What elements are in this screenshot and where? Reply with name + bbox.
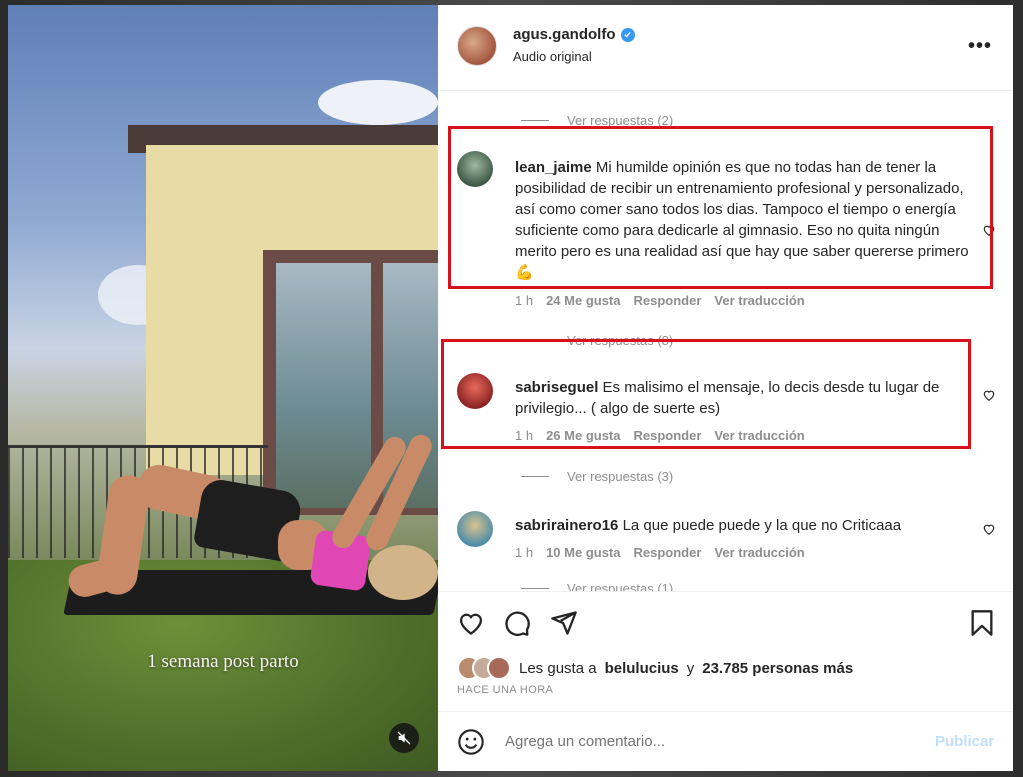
comment-time[interactable]: 1 h xyxy=(515,293,533,308)
comment-username[interactable]: sabrirainero16 xyxy=(515,517,618,534)
verified-badge-icon xyxy=(620,27,635,42)
send-icon[interactable] xyxy=(550,609,578,637)
hair xyxy=(368,545,438,600)
divider xyxy=(521,120,549,121)
comment-like-heart-icon[interactable] xyxy=(982,522,996,536)
highlight-box xyxy=(441,339,971,449)
audio-label[interactable]: Audio original xyxy=(513,49,592,64)
door-glass xyxy=(276,263,371,508)
comment-item: sabrirainero16 La que puede puede y la q… xyxy=(457,511,1007,571)
comment-time[interactable]: 1 h xyxy=(515,545,533,560)
view-replies-button[interactable]: Ver respuestas (1) xyxy=(521,581,673,591)
view-replies-button[interactable]: Ver respuestas (3) xyxy=(521,469,673,484)
liker-avatars[interactable] xyxy=(457,656,511,680)
bookmark-icon[interactable] xyxy=(968,609,996,637)
likes-prefix: Les gusta a xyxy=(519,659,597,677)
comment-body: La que puede puede y la que no Criticaaa xyxy=(622,517,902,534)
view-replies-label[interactable]: Ver respuestas (3) xyxy=(567,469,673,484)
divider xyxy=(521,588,549,589)
mute-button[interactable] xyxy=(389,723,419,753)
video-caption: 1 semana post parto xyxy=(147,651,299,672)
publish-button[interactable]: Publicar xyxy=(935,733,994,750)
cloud xyxy=(318,80,438,125)
comment-text: sabrirainero16 La que puede puede y la q… xyxy=(515,515,975,536)
add-comment-bar: Publicar xyxy=(438,711,1013,772)
reply-button[interactable]: Responder xyxy=(634,293,702,308)
translate-button[interactable]: Ver traducción xyxy=(714,293,804,308)
post-actions: Les gusta a belulucius y 23.785 personas… xyxy=(438,591,1013,712)
liker-username[interactable]: belulucius xyxy=(605,660,679,677)
highlight-box xyxy=(448,126,993,289)
author-avatar[interactable] xyxy=(457,26,497,66)
likes-others[interactable]: 23.785 personas más xyxy=(702,660,853,677)
commenter-avatar[interactable] xyxy=(457,511,493,547)
view-replies-label[interactable]: Ver respuestas (1) xyxy=(567,581,673,591)
reply-button[interactable]: Responder xyxy=(634,545,702,560)
comment-meta: 1 h 24 Me gusta Responder Ver traducción xyxy=(515,293,805,308)
comment-meta: 1 h 10 Me gusta Responder Ver traducción xyxy=(515,545,805,560)
likes-connector: y xyxy=(686,659,695,677)
emoji-icon[interactable] xyxy=(457,728,485,756)
post-panel: agus.gandolfo Audio original ••• Ver res… xyxy=(438,5,1013,771)
more-options-icon[interactable]: ••• xyxy=(968,35,992,58)
divider xyxy=(521,476,549,477)
author-username[interactable]: agus.gandolfo xyxy=(513,26,616,43)
comment-icon[interactable] xyxy=(503,609,531,637)
add-comment-input[interactable] xyxy=(503,732,907,751)
comment-likes[interactable]: 10 Me gusta xyxy=(546,545,620,560)
post-time[interactable]: HACE UNA HORA xyxy=(457,684,553,696)
comment-like-heart-icon[interactable] xyxy=(982,388,996,402)
reel-video[interactable]: 1 semana post parto xyxy=(8,5,438,771)
speaker-muted-icon xyxy=(397,731,411,745)
heart-icon[interactable] xyxy=(457,609,485,637)
liker-avatar xyxy=(487,656,511,680)
comment-likes[interactable]: 24 Me gusta xyxy=(546,293,620,308)
translate-button[interactable]: Ver traducción xyxy=(714,545,804,560)
post-header: agus.gandolfo Audio original ••• xyxy=(438,5,1013,91)
author-username-row[interactable]: agus.gandolfo xyxy=(513,26,635,43)
likes-summary: Les gusta a belulucius y 23.785 personas… xyxy=(457,656,853,680)
